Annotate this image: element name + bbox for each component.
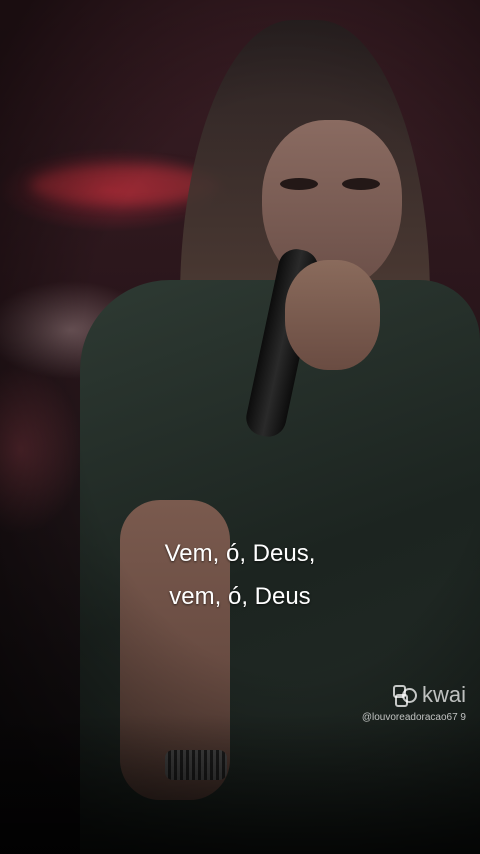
creator-handle: @louvoreadoracao67 9 (361, 712, 466, 723)
kwai-watermark: kwai @louvoreadoracao67 9 (356, 683, 466, 724)
bottom-shade (0, 714, 480, 854)
lyrics-line-2: vem, ó, Deus (169, 583, 311, 610)
kwai-brand-text: kwai (421, 682, 466, 707)
kwai-brand: kwai (356, 683, 466, 707)
lyrics-caption: Vem, ó, Deus, vem, ó, Deus (0, 532, 480, 618)
lyrics-line-1: Vem, ó, Deus, (164, 540, 316, 567)
kwai-logo-icon (392, 685, 417, 707)
video-frame[interactable] (0, 0, 480, 854)
